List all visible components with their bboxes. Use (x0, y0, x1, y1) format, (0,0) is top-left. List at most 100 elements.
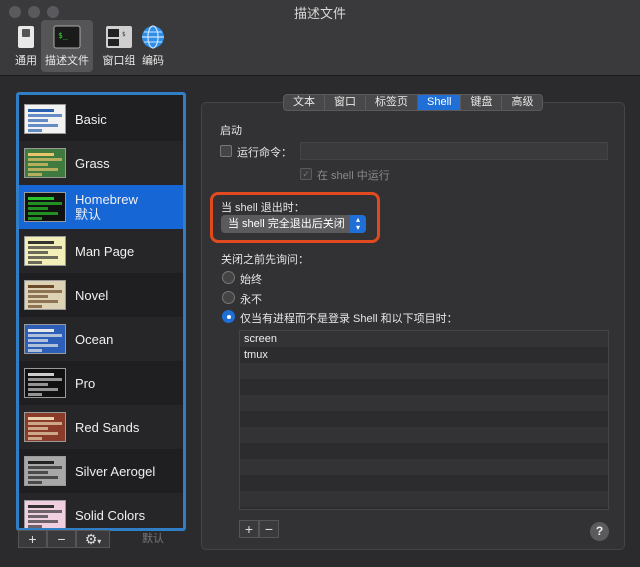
run-command-input[interactable] (300, 142, 608, 160)
profile-thumbnail (24, 236, 66, 266)
run-command-label: 运行命令： (237, 147, 292, 159)
table-row[interactable]: tmux (240, 347, 608, 363)
tab-window[interactable]: 窗口 (325, 95, 366, 110)
tab-tabs[interactable]: 标签页 (366, 95, 418, 110)
remove-process-button[interactable]: − (259, 520, 279, 538)
tab-text[interactable]: 文本 (284, 95, 325, 110)
process-table[interactable]: screen tmux (239, 330, 609, 510)
thumbnail-line (28, 422, 62, 425)
profile-name: Pro (75, 375, 96, 391)
general-switch-icon (18, 26, 34, 48)
ask-before-close-heading: 关闭之前先询问： (221, 254, 309, 266)
thumbnail-line (28, 349, 42, 352)
thumbnail-line (28, 158, 62, 161)
set-default-button[interactable]: 默认 (118, 530, 188, 548)
profile-name: Homebrew 默认 (75, 192, 138, 222)
toolbar-label: 描述文件 (45, 55, 89, 67)
list-item-man-page[interactable]: Man Page (19, 229, 183, 273)
radio-only-if-processes[interactable] (222, 310, 235, 323)
list-item-pro[interactable]: Pro (19, 361, 183, 405)
list-item-silver-aerogel[interactable]: Silver Aerogel (19, 449, 183, 493)
list-item-basic[interactable]: Basic (19, 97, 183, 141)
run-in-shell-checkbox[interactable]: ✓ (300, 168, 312, 180)
table-row-empty (240, 379, 608, 395)
table-row-empty (240, 443, 608, 459)
thumbnail-line (28, 515, 48, 518)
run-command-checkbox[interactable] (220, 145, 232, 157)
profile-thumbnail (24, 456, 66, 486)
list-item-red-sands[interactable]: Red Sands (19, 405, 183, 449)
table-row-empty (240, 395, 608, 411)
thumbnail-line (28, 432, 58, 435)
thumbnail-line (28, 373, 54, 376)
thumbnail-line (28, 520, 58, 523)
toolbar-profiles[interactable]: $_ 描述文件 (41, 20, 93, 72)
table-row-empty (240, 491, 608, 507)
run-in-shell-label: 在 shell 中运行 (317, 170, 390, 182)
radio-never[interactable] (222, 291, 235, 304)
profile-name: Red Sands (75, 419, 140, 435)
table-row-empty (240, 475, 608, 491)
profile-name: Solid Colors (75, 507, 146, 523)
thumbnail-line (28, 217, 42, 220)
table-row-empty (240, 427, 608, 443)
thumbnail-line (28, 129, 42, 132)
list-item-ocean[interactable]: Ocean (19, 317, 183, 361)
help-button[interactable]: ? (590, 522, 609, 541)
add-process-button[interactable]: + (239, 520, 259, 538)
table-row-empty (240, 363, 608, 379)
thumbnail-line (28, 344, 58, 347)
profile-thumbnail (24, 324, 66, 354)
thumbnail-line (28, 329, 54, 332)
gear-icon: ⚙ (84, 531, 98, 547)
profile-name: Man Page (75, 243, 135, 259)
thumbnail-line (28, 476, 58, 479)
thumbnail-line (28, 163, 48, 166)
thumbnail-line (28, 510, 62, 513)
list-item-grass[interactable]: Grass (19, 141, 183, 185)
default-profile-tag: 默认 (75, 207, 102, 222)
tab-keyboard[interactable]: 键盘 (461, 95, 503, 110)
profile-actions-menu[interactable]: ⚙▾ (76, 530, 110, 548)
radio-always-label: 始终 (240, 274, 262, 286)
thumbnail-line (28, 378, 62, 381)
remove-profile-button[interactable]: − (47, 530, 76, 548)
thumbnail-line (28, 427, 48, 430)
profile-name: Basic (75, 111, 107, 127)
table-row[interactable]: screen (240, 331, 608, 347)
thumbnail-line (28, 393, 42, 396)
svg-text:$: $ (122, 31, 126, 38)
thumbnail-line (28, 153, 54, 156)
profile-thumbnail (24, 280, 66, 310)
thumbnail-line (28, 261, 42, 264)
toolbar-label: 编码 (142, 55, 164, 67)
thumbnail-line (28, 388, 58, 391)
profile-list[interactable]: Basic Grass Homebrew 默认 Man Page Novel O… (16, 92, 186, 531)
list-item-homebrew[interactable]: Homebrew 默认 (19, 185, 183, 229)
toolbar-encodings[interactable]: 编码 (127, 20, 179, 72)
list-item-novel[interactable]: Novel (19, 273, 183, 317)
on-exit-select[interactable]: 当 shell 完全退出后关闭 ▴ ▾ (221, 215, 366, 233)
table-row-empty (240, 411, 608, 427)
toolbar-label: 通用 (15, 55, 37, 67)
thumbnail-line (28, 251, 48, 254)
thumbnail-line (28, 471, 48, 474)
thumbnail-line (28, 173, 42, 176)
radio-always[interactable] (222, 271, 235, 284)
thumbnail-line (28, 437, 42, 440)
up-down-arrows-icon: ▴ ▾ (350, 215, 366, 233)
thumbnail-line (28, 461, 54, 464)
startup-heading: 启动 (220, 125, 242, 137)
chevron-down-icon: ▾ (97, 537, 102, 546)
profile-name: Silver Aerogel (75, 463, 156, 479)
thumbnail-line (28, 525, 42, 528)
thumbnail-line (28, 466, 62, 469)
add-profile-button[interactable]: + (18, 530, 47, 548)
tab-shell[interactable]: Shell (418, 95, 462, 110)
thumbnail-line (28, 109, 54, 112)
thumbnail-line (28, 207, 48, 210)
tab-advanced[interactable]: 高级 (502, 95, 542, 110)
list-item-solid-colors[interactable]: Solid Colors (19, 493, 183, 528)
thumbnail-line (28, 202, 62, 205)
globe-icon (142, 25, 164, 49)
